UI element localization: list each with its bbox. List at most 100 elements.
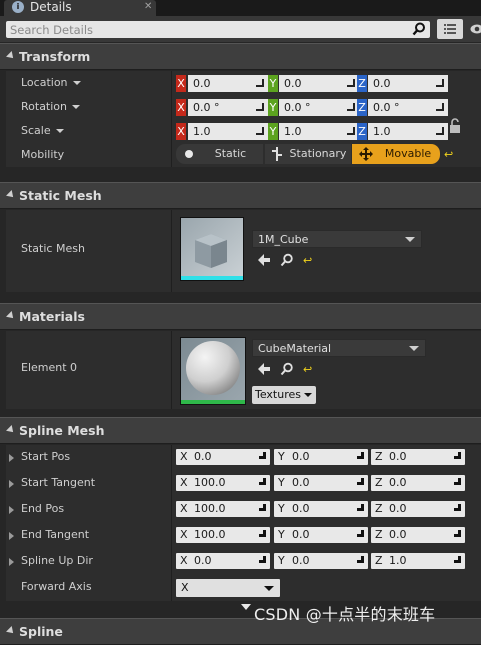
start-tangent-label: Start Tangent <box>21 471 95 495</box>
start-pos-x-field[interactable]: X0.0 <box>176 449 270 465</box>
use-selected-arrow-icon[interactable] <box>257 362 271 376</box>
row-static-mesh: Static Mesh 1M_Cube ↩ <box>6 210 481 292</box>
row-end-tangent: End Tangent X100.0 Y0.0 Z0.0 <box>6 523 481 549</box>
reset-icon[interactable]: ↩ <box>303 256 313 266</box>
search-icon[interactable] <box>412 22 426 36</box>
rotation-z-field[interactable]: 0.0 ° <box>368 99 448 116</box>
location-z-field[interactable]: 0.0 <box>368 75 448 92</box>
end-pos-label: End Pos <box>21 497 64 521</box>
chevron-down-icon <box>264 586 274 591</box>
expand-arrow-icon[interactable] <box>9 532 14 540</box>
category-label: Materials <box>19 304 85 330</box>
start-pos-y-field[interactable]: Y0.0 <box>274 449 368 465</box>
location-y-field[interactable]: 0.0 <box>279 75 359 92</box>
expand-arrow-icon[interactable] <box>9 506 14 514</box>
textures-button[interactable]: Textures <box>252 386 316 404</box>
chevron-down-icon <box>304 393 312 397</box>
location-label[interactable]: Location <box>21 71 81 95</box>
static-icon <box>185 150 193 158</box>
tab-details[interactable]: i Details ✕ <box>4 0 156 16</box>
end-pos-x-field[interactable]: X100.0 <box>176 501 270 517</box>
row-element-0: Element 0 CubeMaterial ↩ Textures <box>6 331 481 409</box>
rotation-x-field[interactable]: 0.0 ° <box>188 99 268 116</box>
scale-label[interactable]: Scale <box>21 119 64 143</box>
y-axis-label: Y <box>268 123 278 140</box>
start-tangent-z-field[interactable]: Z0.0 <box>371 475 465 491</box>
browse-search-icon[interactable] <box>280 253 294 267</box>
browse-search-icon[interactable] <box>280 362 294 376</box>
category-label: Transform <box>19 44 90 70</box>
start-tangent-x-field[interactable]: X100.0 <box>176 475 270 491</box>
view-options-button[interactable] <box>437 19 463 39</box>
start-tangent-y-field[interactable]: Y0.0 <box>274 475 368 491</box>
category-materials[interactable]: Materials <box>0 303 481 330</box>
tab-label: Details <box>30 0 72 14</box>
close-icon[interactable]: ✕ <box>144 0 152 14</box>
reset-icon[interactable]: ↩ <box>303 365 313 375</box>
eye-icon[interactable] <box>470 23 481 35</box>
expand-arrow-icon[interactable] <box>9 480 14 488</box>
rotation-y-field[interactable]: 0.0 ° <box>279 99 359 116</box>
row-spline-up-dir: Spline Up Dir X0.0 Y0.0 Z1.0 <box>6 549 481 575</box>
scale-x-field[interactable]: 1.0 <box>188 123 268 140</box>
lock-icon[interactable] <box>449 118 461 133</box>
end-tangent-x-field[interactable]: X100.0 <box>176 527 270 543</box>
expand-arrow-icon[interactable] <box>9 558 14 566</box>
mobility-stationary-button[interactable]: Stationary <box>265 144 351 164</box>
end-pos-y-field[interactable]: Y0.0 <box>274 501 368 517</box>
x-axis-label: X <box>176 75 186 92</box>
end-tangent-y-field[interactable]: Y0.0 <box>274 527 368 543</box>
collapse-arrow-icon <box>6 51 16 61</box>
search-input[interactable] <box>10 21 400 38</box>
mobility-movable-button[interactable]: Movable <box>352 144 440 164</box>
collapse-arrow-icon <box>6 425 16 435</box>
list-icon <box>437 19 463 39</box>
category-label: Static Mesh <box>19 183 102 209</box>
spline-up-dir-y-field[interactable]: Y0.0 <box>274 553 368 569</box>
watermark-text: CSDN @十点半的末班车 <box>254 601 435 625</box>
static-mesh-label: Static Mesh <box>21 237 85 261</box>
spline-up-dir-label: Spline Up Dir <box>21 549 93 573</box>
z-axis-label: Z <box>357 75 367 92</box>
scale-z-field[interactable]: 1.0 <box>368 123 448 140</box>
mobility-label: Mobility <box>21 143 64 167</box>
search-box <box>6 21 430 38</box>
spline-up-dir-x-field[interactable]: X0.0 <box>176 553 270 569</box>
watermark-arrow-icon <box>241 604 251 610</box>
scale-y-field[interactable]: 1.0 <box>279 123 359 140</box>
element-0-label: Element 0 <box>21 356 77 380</box>
move-arrows-icon <box>359 147 373 161</box>
start-pos-label: Start Pos <box>21 445 70 469</box>
end-pos-z-field[interactable]: Z0.0 <box>371 501 465 517</box>
y-axis-label: Y <box>268 75 278 92</box>
z-axis-label: Z <box>357 123 367 140</box>
expand-arrow-icon[interactable] <box>9 454 14 462</box>
reset-icon[interactable]: ↩ <box>444 150 454 160</box>
row-forward-axis: Forward Axis X <box>6 575 481 601</box>
stationary-icon <box>271 147 283 161</box>
use-selected-arrow-icon[interactable] <box>257 253 271 267</box>
row-start-tangent: Start Tangent X100.0 Y0.0 Z0.0 <box>6 471 481 497</box>
static-mesh-thumbnail[interactable] <box>180 217 244 281</box>
spline-up-dir-z-field[interactable]: Z1.0 <box>371 553 465 569</box>
mobility-static-button[interactable]: Static <box>176 144 263 164</box>
category-spline-mesh[interactable]: Spline Mesh <box>0 417 481 444</box>
collapse-arrow-icon <box>6 311 16 321</box>
forward-axis-label: Forward Axis <box>21 575 92 599</box>
collapse-arrow-icon <box>6 626 16 636</box>
material-thumbnail[interactable] <box>180 337 246 405</box>
y-axis-label: Y <box>268 99 278 116</box>
location-x-field[interactable]: 0.0 <box>188 75 268 92</box>
start-pos-z-field[interactable]: Z0.0 <box>371 449 465 465</box>
category-transform[interactable]: Transform <box>0 43 481 70</box>
chevron-down-icon <box>73 81 81 85</box>
row-start-pos: Start Pos X0.0 Y0.0 Z0.0 <box>6 445 481 471</box>
search-row <box>0 16 481 42</box>
chevron-down-icon <box>56 129 64 133</box>
static-mesh-combo[interactable]: 1M_Cube <box>252 230 422 248</box>
material-combo[interactable]: CubeMaterial <box>252 339 426 357</box>
forward-axis-combo[interactable]: X <box>176 579 280 597</box>
category-static-mesh[interactable]: Static Mesh <box>0 182 481 209</box>
rotation-label[interactable]: Rotation <box>21 95 80 119</box>
end-tangent-z-field[interactable]: Z0.0 <box>371 527 465 543</box>
